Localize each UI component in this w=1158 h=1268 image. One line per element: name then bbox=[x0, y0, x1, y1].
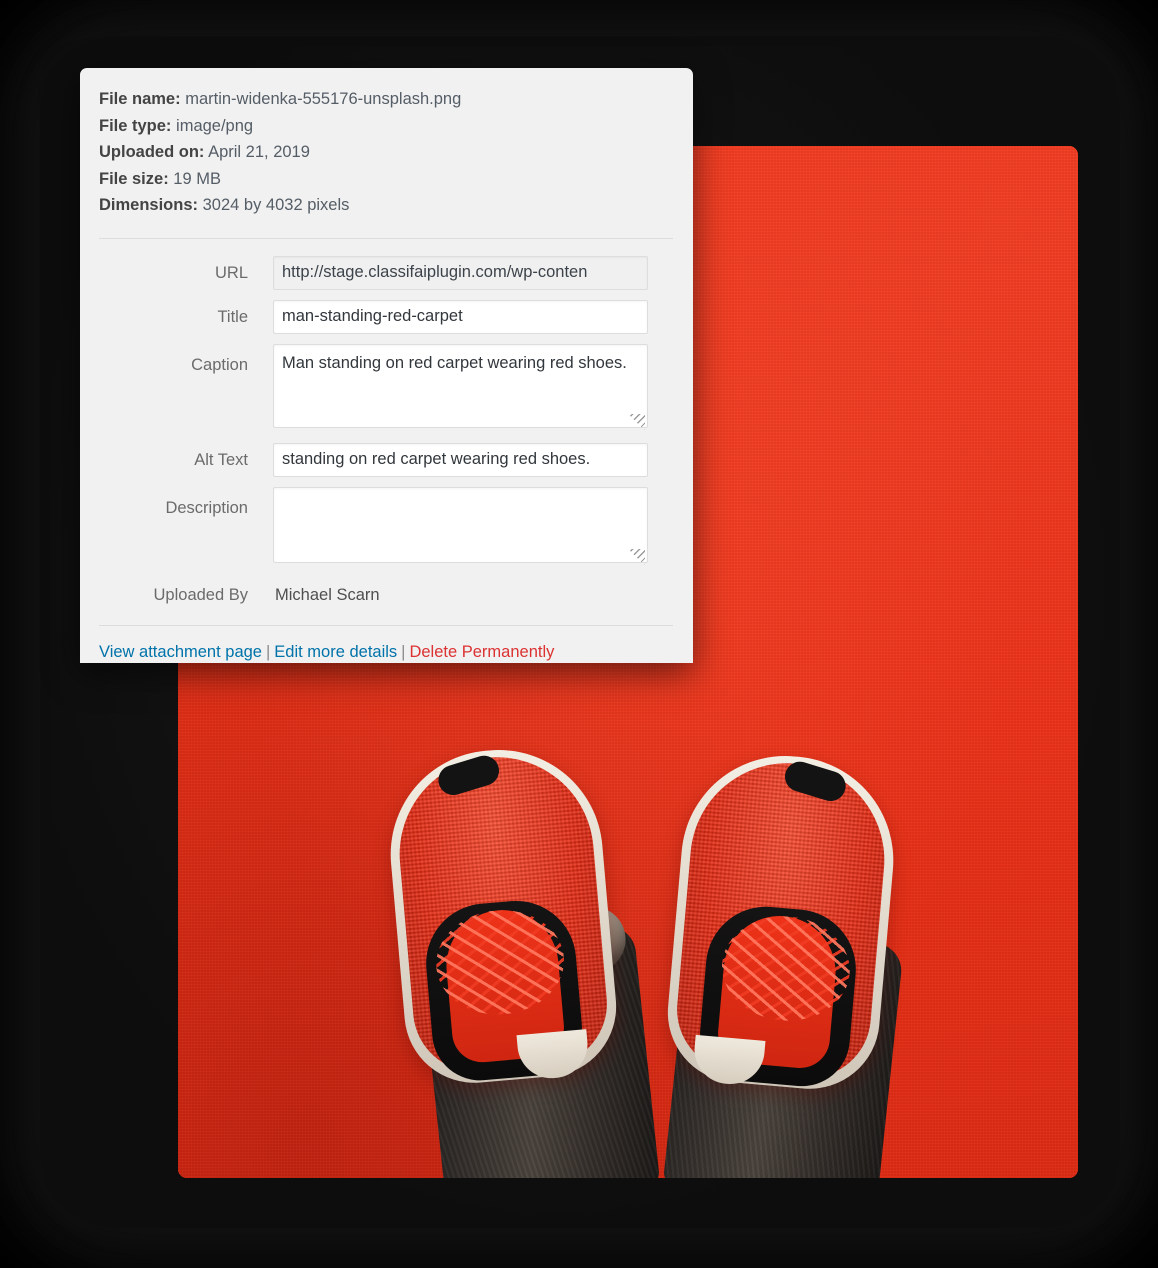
field-row-caption: Caption bbox=[99, 343, 673, 433]
title-label: Title bbox=[217, 307, 248, 326]
metadata-file-size: File size: 19 MB bbox=[99, 166, 673, 193]
url-label: URL bbox=[214, 263, 248, 282]
attachment-details-panel: File name: martin-widenka-555176-unsplas… bbox=[80, 68, 693, 663]
alt-text-input[interactable] bbox=[273, 442, 648, 477]
description-textarea[interactable] bbox=[273, 486, 648, 563]
metadata-file-type-value: image/png bbox=[176, 116, 254, 135]
metadata-file-name-label: File name: bbox=[99, 90, 181, 108]
attachment-actions: View attachment page | Edit more details | D… bbox=[99, 643, 673, 662]
caption-textarea-wrapper bbox=[273, 343, 648, 433]
field-row-description: Description bbox=[99, 486, 673, 568]
uploaded-by-value: Michael Scarn bbox=[275, 585, 380, 604]
metadata-file-size-value: 19 MB bbox=[173, 169, 221, 188]
view-attachment-page-link[interactable]: View attachment page bbox=[99, 643, 262, 661]
field-row-title: Title bbox=[99, 299, 673, 334]
description-label: Description bbox=[165, 498, 248, 517]
metadata-file-name: File name: martin-widenka-555176-unsplas… bbox=[99, 86, 673, 113]
uploaded-by-label: Uploaded By bbox=[153, 585, 248, 604]
caption-textarea[interactable] bbox=[273, 343, 648, 428]
right-red-sneaker bbox=[662, 747, 902, 1095]
metadata-dimensions-label: Dimensions: bbox=[99, 196, 199, 214]
description-textarea-wrapper bbox=[273, 486, 648, 568]
attachment-fields-form: URL Title Caption Alt Text Description bbox=[99, 255, 673, 612]
left-red-sneaker bbox=[382, 741, 622, 1089]
metadata-dimensions: Dimensions: 3024 by 4032 pixels bbox=[99, 192, 673, 219]
alt-text-label: Alt Text bbox=[194, 450, 248, 469]
edit-more-details-link[interactable]: Edit more details bbox=[274, 643, 397, 661]
metadata-file-size-label: File size: bbox=[99, 169, 169, 188]
metadata-file-type: File type: image/png bbox=[99, 113, 673, 140]
metadata-uploaded-on-label: Uploaded on: bbox=[99, 143, 205, 161]
metadata-uploaded-on: Uploaded on: April 21, 2019 bbox=[99, 139, 673, 166]
actions-divider bbox=[99, 624, 673, 626]
caption-label: Caption bbox=[191, 355, 248, 374]
attachment-metadata-list: File name: martin-widenka-555176-unsplas… bbox=[99, 86, 673, 219]
title-input[interactable] bbox=[273, 299, 648, 334]
action-separator-2: | bbox=[401, 642, 406, 661]
delete-permanently-link[interactable]: Delete Permanently bbox=[409, 643, 554, 661]
action-separator-1: | bbox=[265, 642, 271, 661]
feet-group bbox=[376, 741, 904, 1178]
field-row-url: URL bbox=[99, 255, 673, 290]
metadata-uploaded-on-value: April 21, 2019 bbox=[208, 143, 310, 161]
metadata-file-name-value: martin-widenka-555176-unsplash.png bbox=[185, 90, 462, 108]
url-input[interactable] bbox=[273, 255, 648, 290]
metadata-divider bbox=[99, 237, 673, 239]
metadata-file-type-label: File type: bbox=[99, 116, 172, 135]
field-row-uploaded-by: Uploaded By Michael Scarn bbox=[99, 578, 673, 612]
metadata-dimensions-value: 3024 by 4032 pixels bbox=[202, 196, 350, 214]
field-row-alt-text: Alt Text bbox=[99, 442, 673, 477]
